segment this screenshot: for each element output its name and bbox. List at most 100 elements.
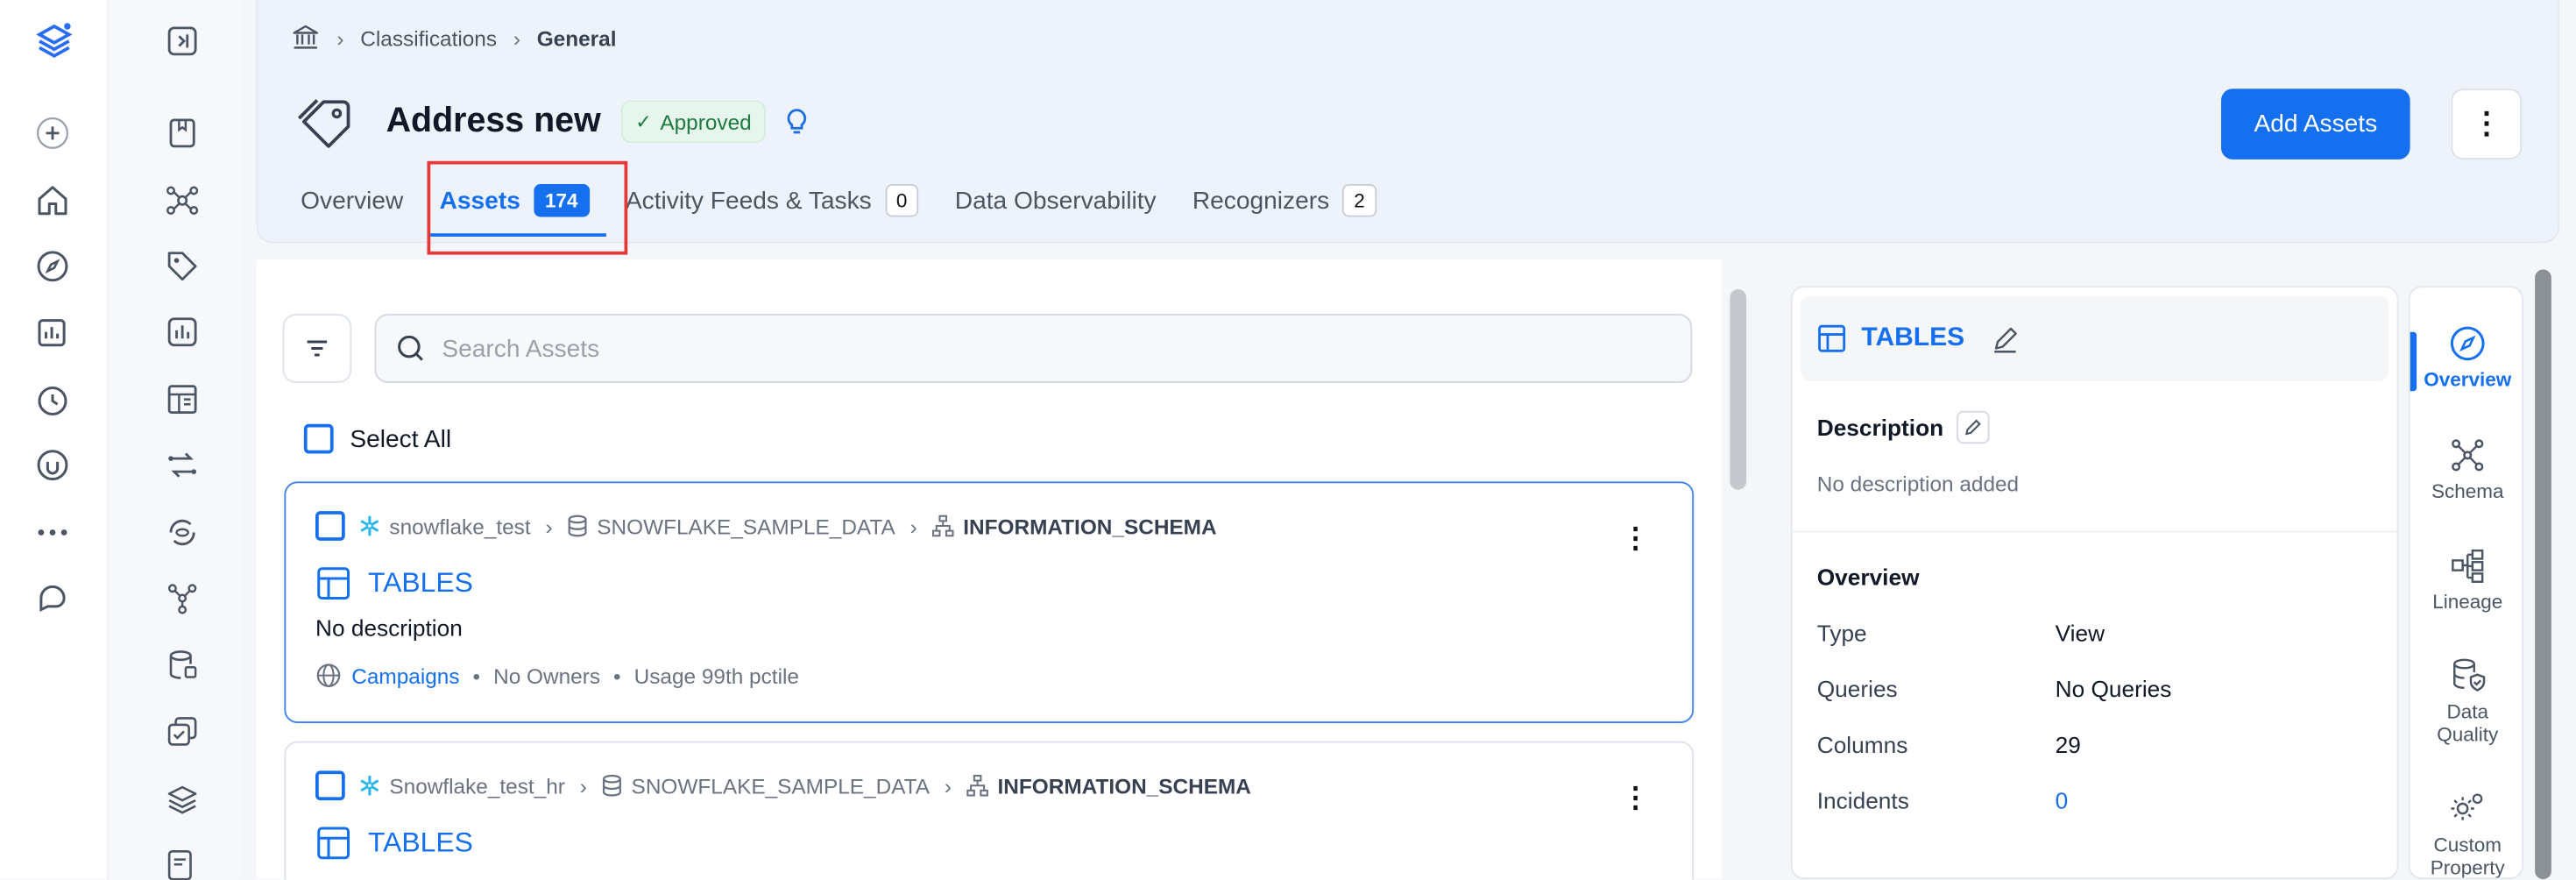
observability-icon[interactable]: [34, 381, 70, 417]
schema-item[interactable]: INFORMATION_SCHEMA: [966, 773, 1251, 798]
highlight-annotation-box: [427, 160, 628, 255]
classification-tag-icon: [294, 96, 357, 148]
tab-overview[interactable]: Overview: [301, 171, 403, 231]
tag-icon[interactable]: [165, 248, 201, 284]
service-name: snowflake_test: [389, 513, 531, 539]
ml-model-icon[interactable]: [165, 580, 201, 616]
layers-icon[interactable]: [165, 781, 201, 817]
detail-title[interactable]: TABLES: [1861, 323, 1964, 353]
more-dots-icon[interactable]: [34, 515, 70, 550]
tab-label: Overview: [301, 186, 404, 215]
insights-icon[interactable]: [34, 314, 70, 350]
database-item[interactable]: SNOWFLAKE_SAMPLE_DATA: [568, 514, 895, 538]
asset-name[interactable]: TABLES: [315, 825, 473, 861]
tab-count-badge: 2: [1342, 184, 1376, 217]
asset-meta: Campaigns • No Owners • Usage 99th pctil…: [315, 663, 799, 689]
search-box: [374, 314, 1693, 383]
service-item[interactable]: snowflake_test: [358, 514, 531, 538]
schema-icon: [966, 774, 998, 797]
app-root: › Classifications › General Address new …: [0, 0, 2576, 880]
asset-checkbox[interactable]: [315, 511, 345, 541]
page-title: Address new: [386, 102, 601, 140]
compass-icon: [2448, 323, 2488, 368]
rail-tab-lineage[interactable]: Lineage: [2410, 546, 2523, 613]
custom-property-icon: [2448, 789, 2488, 834]
knowledge-graph-icon[interactable]: [165, 182, 201, 218]
rail-tab-label: Overview: [2424, 368, 2512, 392]
rail-tab-data-quality[interactable]: Data Quality: [2410, 656, 2523, 746]
breadcrumb-item[interactable]: Classifications: [360, 25, 497, 50]
description-value: No description added: [1816, 472, 2020, 497]
asset-menu-kebab-icon[interactable]: ⋮: [1622, 522, 1650, 556]
description-label: Description: [1816, 414, 1944, 441]
filter-button[interactable]: [282, 314, 352, 383]
owners-label: No Owners: [493, 663, 601, 688]
schema-item[interactable]: INFORMATION_SCHEMA: [932, 514, 1217, 538]
rail-tab-overview[interactable]: Overview: [2410, 323, 2523, 391]
data-products-icon[interactable]: [165, 713, 201, 749]
snowflake-icon: [358, 515, 390, 537]
metrics-icon[interactable]: [165, 314, 201, 350]
schema-icon: [2448, 436, 2488, 480]
bank-home-icon[interactable]: [291, 23, 321, 53]
asset-name[interactable]: TABLES: [315, 565, 473, 601]
database-icon[interactable]: [165, 648, 201, 684]
articles-icon[interactable]: [165, 381, 201, 417]
lineage-icon: [2448, 546, 2488, 591]
prop-label: Type: [1816, 619, 1867, 646]
service-item[interactable]: Snowflake_test_hr: [358, 773, 565, 798]
database-icon: [602, 774, 632, 797]
policy-icon[interactable]: [165, 847, 201, 880]
assets-list-panel: Select All snowflake_test › SNOWFLAKE_SA…: [256, 259, 1722, 880]
tab-label: Recognizers: [1192, 186, 1330, 215]
schema-name: INFORMATION_SCHEMA: [963, 513, 1217, 539]
more-options-button[interactable]: ⋮: [2451, 89, 2523, 160]
edit-description-button[interactable]: [1957, 410, 1990, 444]
governance-icon[interactable]: [34, 447, 70, 483]
chevron-right-icon: ›: [579, 773, 587, 798]
plus-icon[interactable]: [34, 115, 70, 151]
pipeline-icon[interactable]: [165, 447, 201, 483]
search-input[interactable]: [442, 334, 1592, 363]
domain-link[interactable]: Campaigns: [351, 664, 459, 688]
app-logo-icon[interactable]: [33, 20, 76, 63]
breadcrumb-current[interactable]: General: [537, 25, 617, 50]
collapse-sidebar-icon[interactable]: [165, 23, 201, 59]
tab-data-observability[interactable]: Data Observability: [955, 171, 1157, 231]
globe-icon: [315, 663, 342, 689]
breadcrumb: › Classifications › General: [291, 23, 617, 53]
status-label: Approved: [660, 109, 752, 134]
prop-value: 29: [2055, 731, 2081, 758]
filter-icon: [304, 336, 330, 362]
tab-activity-feeds[interactable]: Activity Feeds & Tasks 0: [626, 171, 919, 231]
asset-card[interactable]: snowflake_test › SNOWFLAKE_SAMPLE_DATA ›…: [284, 481, 1695, 723]
tab-recognizers[interactable]: Recognizers 2: [1192, 171, 1376, 231]
chevron-right-icon: ›: [545, 513, 553, 539]
prop-label: Columns: [1816, 731, 1908, 758]
incidents-link[interactable]: 0: [2056, 787, 2069, 813]
rail-tab-schema[interactable]: Schema: [2410, 436, 2523, 503]
secondary-nav: [108, 0, 240, 880]
asset-menu-kebab-icon[interactable]: ⋮: [1622, 783, 1650, 816]
page-scrollbar[interactable]: [2535, 269, 2551, 880]
lightbulb-icon[interactable]: [782, 107, 812, 137]
table-icon: [315, 565, 368, 601]
tab-label: Data Observability: [954, 186, 1157, 215]
list-scrollbar[interactable]: [1730, 289, 1747, 490]
home-icon[interactable]: [34, 182, 70, 218]
select-all[interactable]: Select All: [303, 423, 451, 454]
glossary-book-icon[interactable]: [165, 115, 201, 151]
explore-compass-icon[interactable]: [34, 248, 70, 284]
rail-tab-custom-property[interactable]: Custom Property: [2410, 789, 2523, 877]
schema-name: INFORMATION_SCHEMA: [997, 773, 1251, 798]
chat-icon[interactable]: [34, 580, 70, 616]
select-all-checkbox[interactable]: [303, 423, 334, 454]
data-sync-icon[interactable]: [165, 515, 201, 550]
add-assets-button[interactable]: Add Assets: [2221, 89, 2410, 160]
table-icon: [315, 825, 368, 861]
prop-value: No Queries: [2055, 675, 2172, 702]
asset-checkbox[interactable]: [315, 770, 345, 801]
edit-pencil-icon[interactable]: [1991, 324, 2019, 352]
database-item[interactable]: SNOWFLAKE_SAMPLE_DATA: [602, 773, 930, 798]
asset-card[interactable]: Snowflake_test_hr › SNOWFLAKE_SAMPLE_DAT…: [284, 741, 1695, 880]
